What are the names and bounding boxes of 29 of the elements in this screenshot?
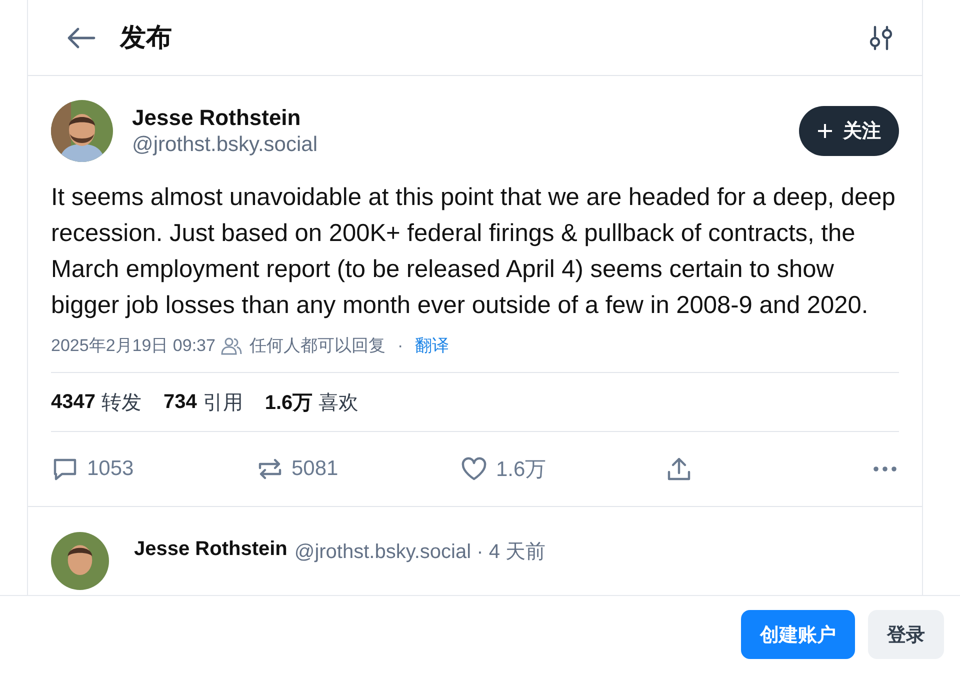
like-button[interactable]: 1.6万 [460,455,610,483]
author-handle[interactable]: @jrothst.bsky.social [132,133,318,157]
reply-setting: 任何人都可以回复 [249,335,386,357]
plus-icon [817,123,833,139]
reply-button[interactable]: 1053 [51,455,201,483]
stat-label[interactable]: 喜欢 [318,388,359,416]
stat-count[interactable]: 1.6万 [264,388,313,416]
stat-label[interactable]: 转发 [102,388,142,416]
reply-author-name[interactable]: Jesse Rothstein [134,538,288,561]
stat-count[interactable]: 4347 [51,390,96,414]
page-title: 发布 [120,21,172,54]
repost-button[interactable]: 5081 [256,455,406,483]
post-timestamp: 2025年2月19日 09:37 [51,335,216,357]
translate-link[interactable]: 翻译 [415,334,450,357]
separator-dot: · [397,336,404,356]
follow-button[interactable]: 关注 [799,106,899,156]
sliders-icon [868,24,894,50]
more-icon [871,465,899,473]
post-text: It seems almost unavoidable at this point that we are headed for a deep, deep recession. Just based on 200K+ federal firings & pullback of contracts, the March employment report (to be released April 4) seems certain to show bigger job losses than any month ever outside of a few in 2008-9 and 2020. [51,183,896,321]
create-account-button[interactable]: 创建账户 [741,610,855,659]
login-button[interactable]: 登录 [868,610,944,659]
reply-meta: @jrothst.bsky.social · 4 天前 [294,540,546,565]
stat-count[interactable]: 734 [164,390,197,414]
author-name[interactable]: Jesse Rothstein [132,105,318,131]
heart-icon [460,455,488,483]
stat-label[interactable]: 引用 [202,388,243,416]
back-arrow-icon [66,26,96,48]
people-icon [221,336,244,354]
more-button[interactable] [871,465,899,473]
